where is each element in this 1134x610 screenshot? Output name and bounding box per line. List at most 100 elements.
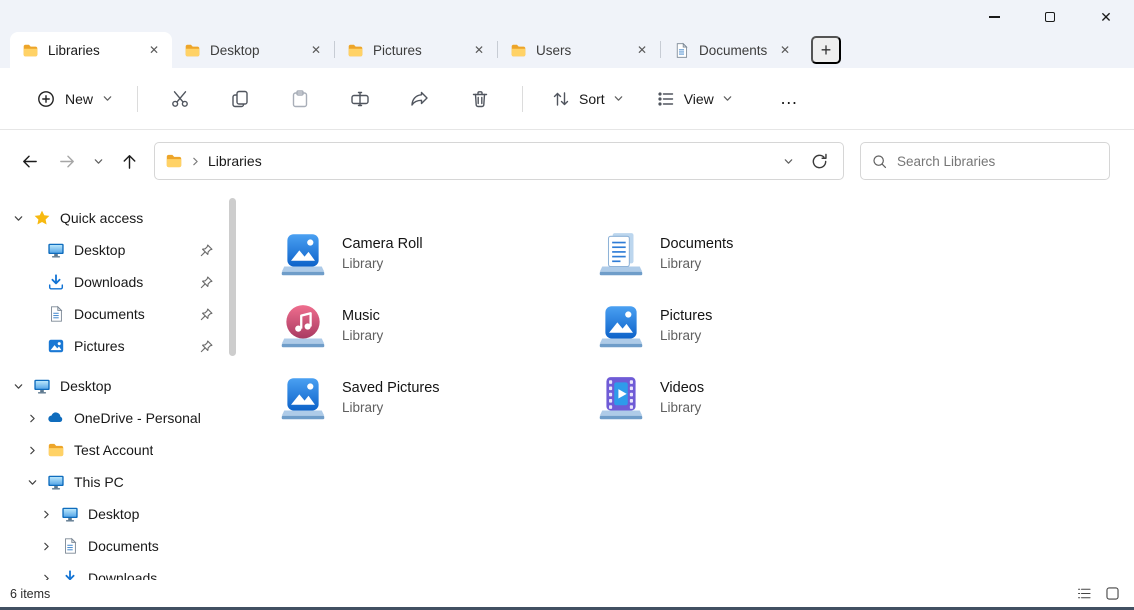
minimize-button[interactable] [966, 0, 1022, 34]
pin-icon [199, 243, 214, 258]
monitor-icon [61, 505, 79, 523]
sidebar-item-thispc-desktop[interactable]: Desktop [0, 498, 226, 530]
tab-strip: Libraries ✕ Desktop ✕ Pictures ✕ Users ✕ [10, 0, 841, 68]
document-icon [61, 537, 79, 555]
view-button-label: View [684, 91, 714, 107]
chevron-down-icon[interactable] [10, 210, 26, 226]
share-icon [410, 89, 430, 109]
back-button[interactable] [10, 143, 48, 179]
tab-close-icon[interactable]: ✕ [632, 40, 652, 60]
list-view-icon [1076, 585, 1093, 602]
command-toolbar: New Sort View [0, 68, 1134, 130]
view-button[interactable]: View [644, 80, 745, 118]
address-bar[interactable]: Libraries [154, 142, 844, 180]
chevron-right-icon[interactable] [38, 538, 54, 554]
paste-button[interactable] [278, 80, 322, 118]
plus-circle-icon [36, 89, 56, 109]
tab-close-icon[interactable]: ✕ [144, 40, 164, 60]
file-item-name: Documents [660, 234, 733, 254]
close-button[interactable]: ✕ [1078, 0, 1134, 34]
new-tab-button[interactable]: + [811, 36, 841, 64]
file-item-music[interactable]: Music Library [278, 290, 596, 362]
sidebar-item-desktop-tree[interactable]: Desktop [0, 370, 226, 402]
tab-libraries[interactable]: Libraries ✕ [10, 32, 172, 68]
sidebar-item-desktop-pinned[interactable]: Desktop [0, 234, 226, 266]
tab-label: Libraries [48, 43, 138, 58]
chevron-spacer [24, 306, 40, 322]
up-button[interactable] [110, 143, 148, 179]
search-box[interactable] [860, 142, 1110, 180]
paste-icon [290, 89, 310, 109]
sidebar-scrollbar[interactable] [226, 192, 240, 580]
tab-users[interactable]: Users ✕ [498, 32, 660, 68]
search-input[interactable] [897, 154, 1099, 169]
download-icon [47, 273, 65, 291]
sidebar-item-quick-access[interactable]: Quick access [0, 202, 226, 234]
tab-desktop[interactable]: Desktop ✕ [172, 32, 334, 68]
file-item-videos[interactable]: Videos Library [596, 362, 914, 434]
status-bar: 6 items [0, 580, 1134, 607]
tab-label: Pictures [373, 43, 463, 58]
document-icon [673, 42, 690, 59]
navigation-pane: Quick access Desktop Downloads Documents [0, 192, 226, 580]
file-item-saved-pictures[interactable]: Saved Pictures Library [278, 362, 596, 434]
chevron-down-icon[interactable] [10, 378, 26, 394]
chevron-right-icon[interactable] [38, 506, 54, 522]
details-view-button[interactable] [1072, 583, 1096, 605]
sidebar-item-documents-pinned[interactable]: Documents [0, 298, 226, 330]
folder-icon [510, 42, 527, 59]
sidebar-item-test-account[interactable]: Test Account [0, 434, 226, 466]
sidebar-item-this-pc[interactable]: This PC [0, 466, 226, 498]
sidebar-item-thispc-documents[interactable]: Documents [0, 530, 226, 562]
copy-button[interactable] [218, 80, 262, 118]
chevron-right-icon[interactable] [38, 570, 54, 580]
chevron-right-icon[interactable] [24, 410, 40, 426]
tab-pictures[interactable]: Pictures ✕ [335, 32, 497, 68]
sort-button[interactable]: Sort [539, 80, 636, 118]
chevron-right-icon[interactable] [24, 442, 40, 458]
tab-close-icon[interactable]: ✕ [306, 40, 326, 60]
chevron-spacer [24, 274, 40, 290]
sidebar-item-label: Downloads [88, 570, 157, 580]
chevron-down-icon[interactable] [24, 474, 40, 490]
file-item-pictures[interactable]: Pictures Library [596, 290, 914, 362]
forward-button[interactable] [48, 143, 86, 179]
minimize-icon [989, 16, 1000, 17]
cut-button[interactable] [158, 80, 202, 118]
sidebar-item-downloads-pinned[interactable]: Downloads [0, 266, 226, 298]
tab-close-icon[interactable]: ✕ [469, 40, 489, 60]
sidebar-item-onedrive[interactable]: OneDrive - Personal [0, 402, 226, 434]
file-item-type: Library [342, 254, 423, 274]
maximize-button[interactable] [1022, 0, 1078, 34]
delete-button[interactable] [458, 80, 502, 118]
sidebar-item-thispc-downloads[interactable]: Downloads [0, 562, 226, 580]
large-thumbnails-view-button[interactable] [1100, 583, 1124, 605]
pictures-library-icon [596, 301, 646, 351]
share-button[interactable] [398, 80, 442, 118]
toolbar-divider [522, 86, 523, 112]
sort-icon [551, 89, 571, 109]
address-dropdown-button[interactable] [773, 146, 803, 176]
music-library-icon [278, 301, 328, 351]
file-item-documents[interactable]: Documents Library [596, 218, 914, 290]
documents-library-icon [596, 229, 646, 279]
sidebar-item-pictures-pinned[interactable]: Pictures [0, 330, 226, 362]
title-bar: Libraries ✕ Desktop ✕ Pictures ✕ Users ✕ [0, 0, 1134, 68]
scrollbar-thumb[interactable] [229, 198, 236, 356]
trash-icon [470, 89, 490, 109]
new-button[interactable]: New [24, 80, 125, 118]
refresh-icon [810, 152, 829, 171]
tab-label: Users [536, 43, 626, 58]
pictures-icon [47, 337, 65, 355]
breadcrumb[interactable]: Libraries [208, 153, 262, 169]
recent-locations-button[interactable] [86, 143, 110, 179]
refresh-button[interactable] [803, 146, 835, 176]
tab-documents[interactable]: Documents ✕ [661, 32, 803, 68]
sidebar-item-label: Desktop [60, 378, 111, 394]
see-more-button[interactable]: … [769, 80, 809, 118]
folder-icon [184, 42, 201, 59]
tab-close-icon[interactable]: ✕ [775, 40, 795, 60]
file-item-camera-roll[interactable]: Camera Roll Library [278, 218, 596, 290]
rename-button[interactable] [338, 80, 382, 118]
file-item-name: Saved Pictures [342, 378, 440, 398]
